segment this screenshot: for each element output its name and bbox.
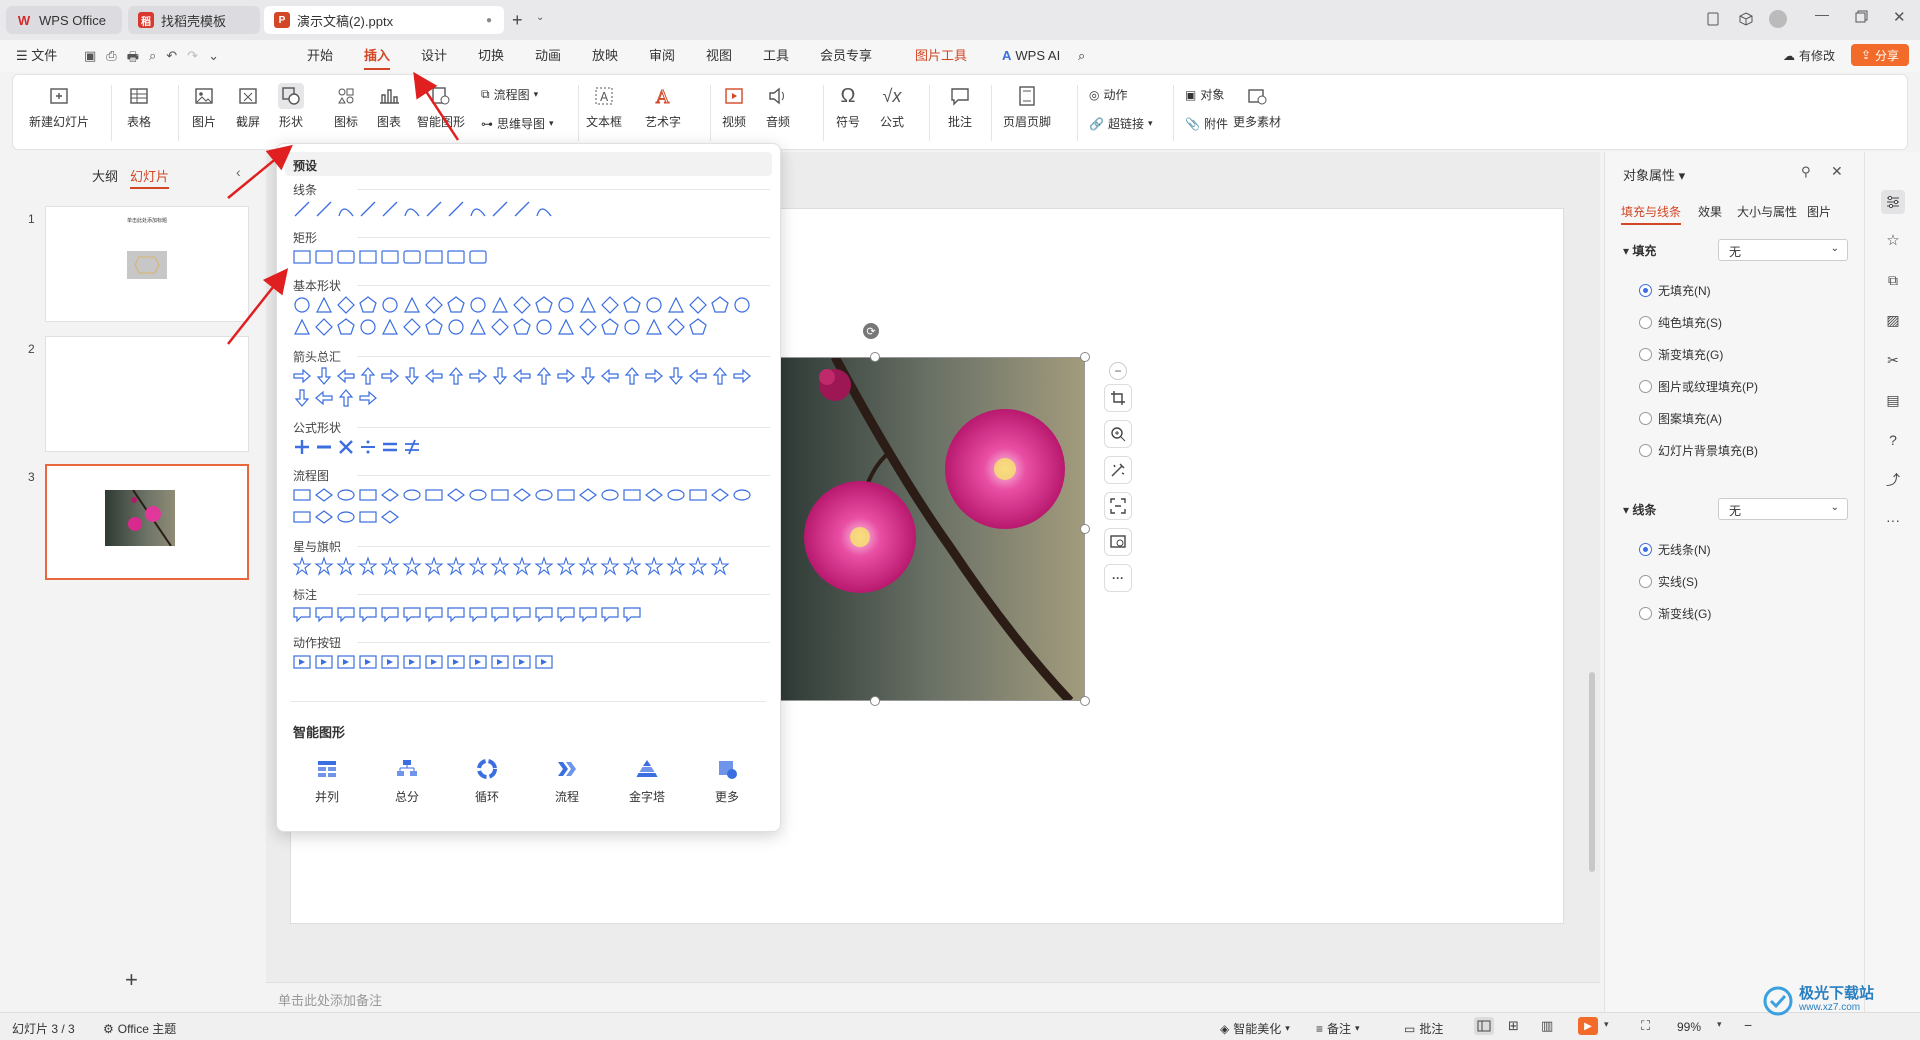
arrow-to-shape-button xyxy=(227,144,293,199)
arrow-to-rectangle-shape xyxy=(227,268,289,345)
annotation-arrows xyxy=(227,71,460,345)
arrow-to-insert-menu xyxy=(413,71,460,141)
